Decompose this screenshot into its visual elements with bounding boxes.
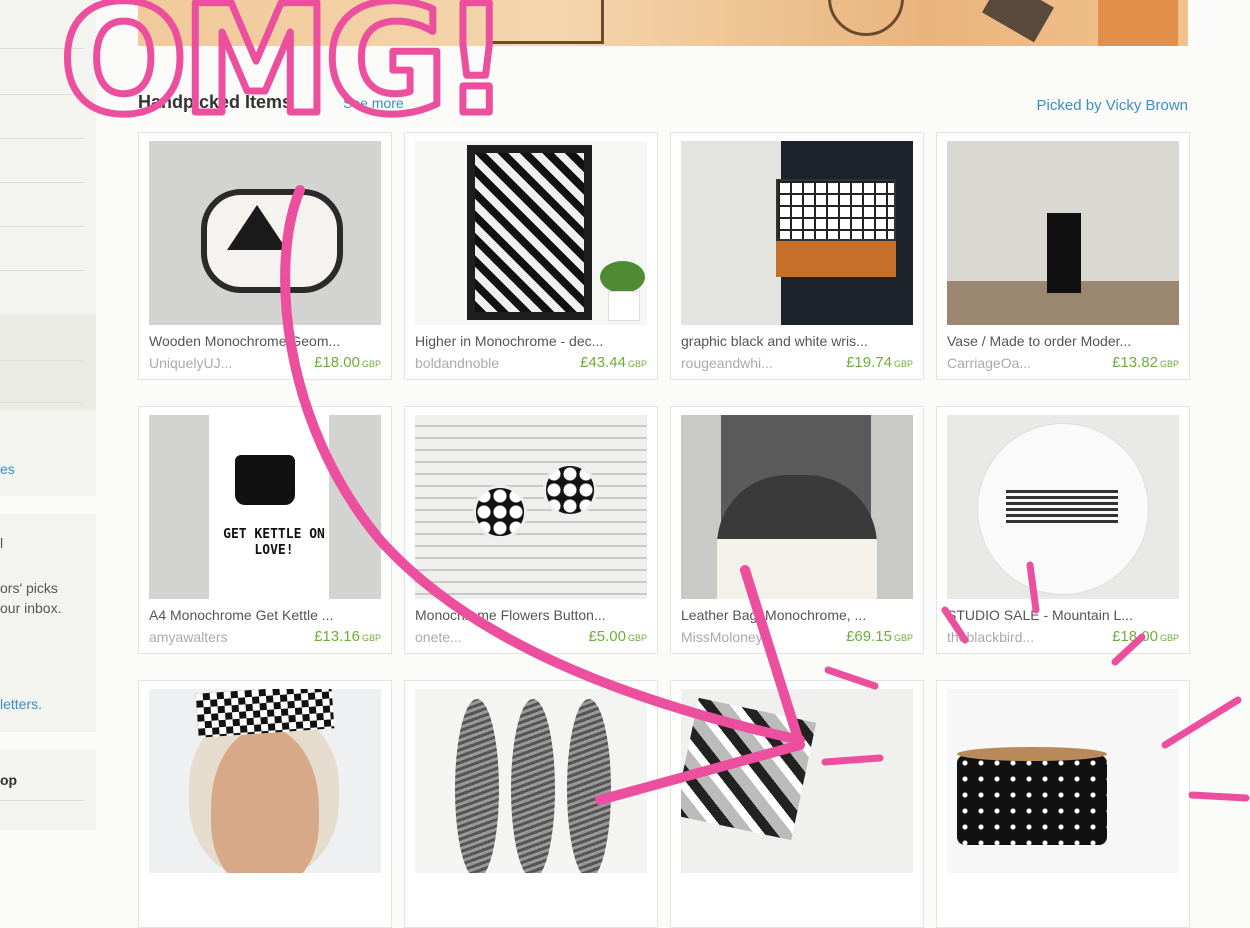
shop-name[interactable]: boldandnoble [415, 355, 499, 371]
listing-card[interactable] [404, 680, 658, 928]
listing-title[interactable]: graphic black and white wris... [681, 333, 913, 349]
listing-card[interactable]: STUDIO SALE - Mountain L... theblackbird… [936, 406, 1190, 654]
listing-card[interactable]: Monochrome Flowers Button... onete... £5… [404, 406, 658, 654]
listing-image[interactable] [415, 141, 647, 325]
listing-price: £18.00 GBP [1112, 628, 1179, 645]
listing-title[interactable]: Vase / Made to order Moder... [947, 333, 1179, 349]
listing-price: £18.00 GBP [314, 354, 381, 371]
listing-card[interactable]: Higher in Monochrome - dec... boldandnob… [404, 132, 658, 380]
listing-title[interactable]: Monochrome Flowers Button... [415, 607, 647, 623]
listing-price: £5.00 GBP [588, 628, 647, 645]
listing-title[interactable]: A4 Monochrome Get Kettle ... [149, 607, 381, 623]
shop-name[interactable]: rougeandwhi... [681, 355, 773, 371]
sidebar-divider [0, 226, 84, 227]
sidebar-heading: op [0, 772, 18, 788]
sidebar-link[interactable]: es [0, 461, 15, 477]
listing-title[interactable]: Higher in Monochrome - dec... [415, 333, 647, 349]
listing-title[interactable]: STUDIO SALE - Mountain L... [947, 607, 1179, 623]
listing-card[interactable]: Leather Bag, Monochrome, ... MissMoloney… [670, 406, 924, 654]
left-sidebar: es l ors' picks our inbox. letters. op [0, 0, 96, 830]
listing-image[interactable] [947, 415, 1179, 599]
picked-by-link[interactable]: Picked by Vicky Brown [1037, 97, 1188, 114]
listing-card[interactable] [138, 680, 392, 928]
sidebar-heading: l [0, 535, 4, 551]
listing-image[interactable] [415, 415, 647, 599]
sidebar-divider [0, 138, 84, 139]
listing-image[interactable] [947, 689, 1179, 873]
listing-image[interactable] [149, 689, 381, 873]
listing-image[interactable] [681, 689, 913, 873]
listing-image[interactable]: GET KETTLE ON LOVE! [149, 415, 381, 599]
sidebar-newsletters-link[interactable]: letters. [0, 696, 42, 712]
listing-image[interactable] [681, 415, 913, 599]
sidebar-divider [0, 800, 84, 801]
sidebar-block [0, 314, 96, 410]
listing-image[interactable] [415, 689, 647, 873]
shop-name[interactable]: theblackbird... [947, 629, 1034, 645]
listing-card[interactable]: Vase / Made to order Moder... CarriageOa… [936, 132, 1190, 380]
shop-name[interactable]: UniquelyUJ... [149, 355, 232, 371]
sidebar-divider [0, 270, 84, 271]
listing-card[interactable]: graphic black and white wris... rougeand… [670, 132, 924, 380]
sidebar-text: our inbox. [0, 600, 62, 616]
listing-card[interactable]: GET KETTLE ON LOVE! A4 Monochrome Get Ke… [138, 406, 392, 654]
section-title: Handpicked Items [138, 92, 293, 112]
listing-image[interactable] [681, 141, 913, 325]
sidebar-text: ors' picks [0, 580, 58, 596]
burst-line [1188, 791, 1250, 802]
shop-name[interactable]: amyawalters [149, 629, 228, 645]
listing-card[interactable] [670, 680, 924, 928]
listing-card[interactable]: Wooden Monochrome Geom... UniquelyUJ... … [138, 132, 392, 380]
shop-name[interactable]: MissMoloney [681, 629, 763, 645]
listing-price: £13.82 GBP [1112, 354, 1179, 371]
listing-price: £69.15 GBP [846, 628, 913, 645]
poster-text: GET KETTLE ON LOVE! [223, 527, 325, 558]
sidebar-divider [0, 182, 84, 183]
listing-title[interactable]: Wooden Monochrome Geom... [149, 333, 381, 349]
sidebar-divider [0, 402, 84, 403]
sidebar-divider [0, 360, 84, 361]
see-more-link[interactable]: See more [343, 95, 404, 111]
listing-price: £19.74 GBP [846, 354, 913, 371]
listing-price: £43.44 GBP [580, 354, 647, 371]
featured-banner-image[interactable] [138, 0, 1188, 46]
listing-card[interactable] [936, 680, 1190, 928]
listing-title[interactable]: Leather Bag, Monochrome, ... [681, 607, 913, 623]
sidebar-gap [0, 496, 96, 514]
sidebar-gap [0, 732, 96, 750]
shop-name[interactable]: onete... [415, 629, 462, 645]
listing-price: £13.16 GBP [314, 628, 381, 645]
shop-name[interactable]: CarriageOa... [947, 355, 1031, 371]
listing-image[interactable] [149, 141, 381, 325]
listing-image[interactable] [947, 141, 1179, 325]
sidebar-divider [0, 48, 84, 49]
sidebar-divider [0, 94, 84, 95]
